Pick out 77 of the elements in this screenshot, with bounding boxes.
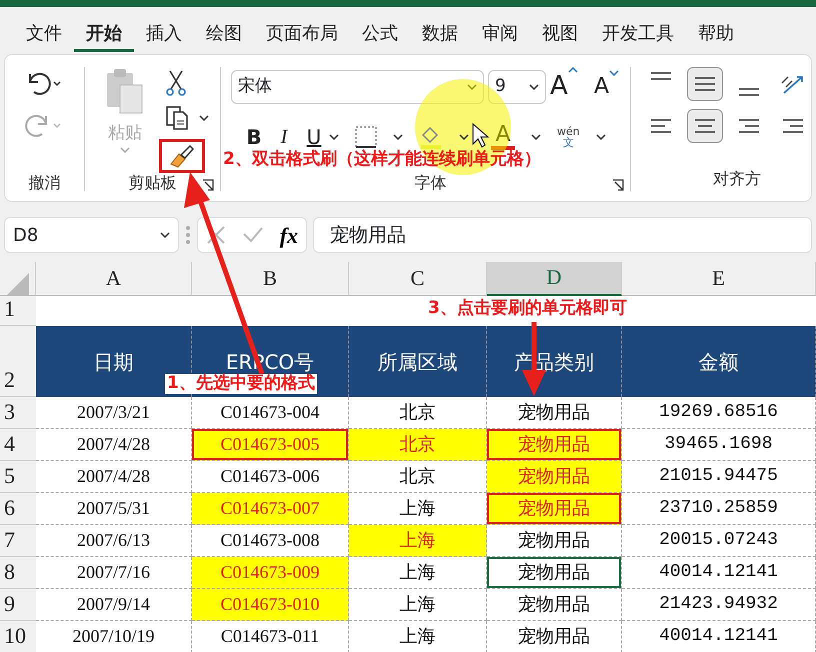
- table-cell: 21423.94932: [622, 589, 816, 621]
- column-header[interactable]: B: [192, 262, 349, 296]
- row-header[interactable]: 9: [0, 589, 36, 621]
- group-label: 字体: [414, 173, 446, 192]
- ribbon-tab[interactable]: 审阅: [470, 16, 530, 52]
- table-cell: 上海: [349, 525, 487, 557]
- table-cell: 40014.12141: [622, 557, 816, 589]
- table-cell: 2007/3/21: [36, 397, 192, 429]
- table-cell: 宠物用品: [487, 461, 622, 493]
- table-cell: 上海: [349, 557, 487, 589]
- font-size-dropdown[interactable]: 9: [488, 70, 546, 104]
- column-header[interactable]: E: [622, 262, 816, 296]
- row-header[interactable]: 3: [0, 397, 36, 429]
- ribbon-tab[interactable]: 公式: [350, 16, 410, 52]
- table-cell: 19269.68516: [622, 397, 816, 429]
- formula-field[interactable]: 宠物用品: [313, 217, 812, 253]
- group-label: 剪贴板: [128, 175, 176, 191]
- table-cell: 北京: [349, 429, 487, 461]
- row-header[interactable]: 2: [0, 326, 36, 397]
- row-header[interactable]: 5: [0, 461, 36, 493]
- row-header[interactable]: 8: [0, 557, 36, 589]
- table-cell: C014673-006: [192, 461, 349, 493]
- table-cell: C014673-004: [192, 397, 349, 429]
- table-cell: 2007/4/28: [36, 461, 192, 493]
- row-header[interactable]: 10: [0, 621, 36, 652]
- table-cell: 北京: [349, 461, 487, 493]
- grow-font-button[interactable]: A: [550, 67, 590, 106]
- ribbon-tab[interactable]: 绘图: [194, 16, 254, 52]
- table-cell: 北京: [349, 397, 487, 429]
- insert-function-button[interactable]: fx: [280, 218, 298, 252]
- table-cell: 宠物用品: [487, 589, 622, 621]
- table-cell: 20015.07243: [622, 525, 816, 557]
- row-header[interactable]: 7: [0, 525, 36, 557]
- table-cell: C014673-009: [192, 557, 349, 589]
- table-cell: C014673-010: [192, 589, 349, 621]
- column-header[interactable]: A: [36, 262, 192, 296]
- table-cell: 21015.94475: [622, 461, 816, 493]
- table-cell: C014673-007: [192, 493, 349, 525]
- table-cell: 宠物用品: [487, 493, 622, 525]
- bold-button[interactable]: B: [239, 122, 269, 152]
- table-cell: C014673-005: [192, 429, 349, 461]
- ribbon-tab[interactable]: 开发工具: [590, 16, 686, 52]
- ribbon-tab[interactable]: 页面布局: [254, 16, 350, 52]
- table-cell: 宠物用品: [487, 429, 622, 461]
- ribbon-tab[interactable]: 帮助: [686, 16, 746, 52]
- table-cell: 2007/9/14: [36, 589, 192, 621]
- ribbon-tab[interactable]: 视图: [530, 16, 590, 52]
- table-cell: 上海: [349, 493, 487, 525]
- name-box[interactable]: D8: [4, 217, 179, 253]
- header-cell: 所属区域: [349, 326, 487, 397]
- ribbon-tab[interactable]: 插入: [134, 16, 194, 52]
- table-cell: 2007/6/13: [36, 525, 192, 557]
- table-cell: 23710.25859: [622, 493, 816, 525]
- group-label: 撤消: [28, 175, 60, 191]
- row-header[interactable]: 6: [0, 493, 36, 525]
- group-label: 对齐方: [713, 169, 761, 188]
- table-cell: C014673-008: [192, 525, 349, 557]
- annotation-text: 3、点击要刷的单元格即可: [428, 297, 627, 320]
- shrink-font-button[interactable]: A: [594, 70, 630, 103]
- row-header[interactable]: 4: [0, 429, 36, 461]
- header-cell: 金额: [622, 326, 816, 397]
- table-cell: 宠物用品: [487, 525, 622, 557]
- ribbon-tab[interactable]: 文件: [14, 16, 74, 52]
- table-cell: 上海: [349, 589, 487, 621]
- table-cell: 2007/5/31: [36, 493, 192, 525]
- column-header[interactable]: C: [349, 262, 487, 296]
- column-header[interactable]: D: [487, 262, 622, 296]
- font-name-dropdown[interactable]: 宋体: [231, 70, 484, 104]
- table-cell: 2007/7/16: [36, 557, 192, 589]
- row-header[interactable]: 1: [0, 296, 36, 326]
- annotation-text: 1、先选中要的格式: [165, 374, 317, 394]
- table-cell: 宠物用品: [487, 557, 622, 589]
- table-cell: 2007/4/28: [36, 429, 192, 461]
- phonetic-button[interactable]: wén 文: [557, 126, 606, 148]
- table-cell: 39465.1698: [622, 429, 816, 461]
- table-cell: 宠物用品: [487, 397, 622, 429]
- ribbon-tab[interactable]: 数据: [410, 16, 470, 52]
